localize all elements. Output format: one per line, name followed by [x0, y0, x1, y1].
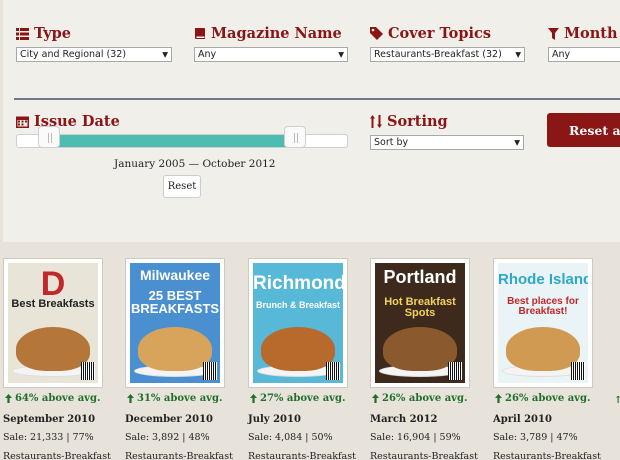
- magazine-filter-label: Magazine Name: [194, 25, 342, 42]
- cover-topic[interactable]: Restaurants-Breakfast: [248, 451, 356, 460]
- cover-topic[interactable]: Restaurants-Breakfast: [125, 451, 233, 460]
- arrow-up-icon: [127, 394, 134, 403]
- cover-image: Milwaukee 25 BEST BREAKFASTS: [130, 263, 220, 383]
- date-range-text: January 2005 — October 2012: [114, 158, 276, 170]
- issue-date-filter-label: Issue Date: [16, 113, 120, 130]
- chevron-down-icon: ▼: [515, 50, 521, 59]
- issue-date: December 2010: [125, 414, 214, 425]
- sale-info: Sale: 21,333 | 77%: [3, 432, 94, 443]
- topics-select[interactable]: Restaurants-Breakfast (32) ▼: [370, 47, 525, 62]
- above-average-badge: 31% above avg.: [127, 393, 222, 404]
- cover-headline: 25 BEST BREAKFASTS: [130, 288, 220, 316]
- magazine-cover[interactable]: D Best Breakfasts: [3, 258, 103, 388]
- filter-icon: [548, 27, 559, 40]
- magazine-select[interactable]: Any ▼: [194, 47, 348, 62]
- cover-topic[interactable]: Restaurants-Breakfast: [3, 451, 111, 460]
- sorting-select[interactable]: Sort by ▼: [370, 135, 524, 150]
- above-average-badge: 27% above avg.: [250, 393, 345, 404]
- sale-info: Sale: 3,789 | 47%: [493, 432, 578, 443]
- magazine-cover[interactable]: Richmond Brunch & Breakfast: [248, 258, 348, 388]
- type-filter-label: Type: [16, 25, 71, 42]
- sort-icon: [370, 115, 382, 128]
- barcode: [203, 362, 217, 380]
- magazine-cover[interactable]: Milwaukee 25 BEST BREAKFASTS: [125, 258, 225, 388]
- arrow-up-icon: [495, 394, 502, 403]
- food-shape: [16, 327, 90, 371]
- divider: [14, 98, 620, 100]
- sale-info: Sale: 16,904 | 59%: [370, 432, 461, 443]
- barcode: [326, 362, 340, 380]
- range-start-handle[interactable]: [38, 126, 61, 148]
- arrow-up-icon: [250, 394, 257, 403]
- cover-image: Richmond Brunch & Breakfast: [253, 263, 343, 383]
- chevron-down-icon: ▼: [514, 138, 520, 147]
- month-select[interactable]: Any: [548, 47, 620, 62]
- reset-date-button[interactable]: Reset: [163, 175, 201, 198]
- food-shape: [138, 327, 212, 371]
- chevron-down-icon: ▼: [162, 50, 168, 59]
- cover-headline: Brunch & Breakfast: [255, 300, 341, 310]
- cover-headline: Best Breakfasts: [11, 298, 95, 310]
- cover-masthead: Richmond: [253, 273, 343, 294]
- issue-date: September 2010: [3, 414, 96, 425]
- cover-image: Rhode Island Best places for Breakfast!: [498, 263, 588, 383]
- magazine-cover[interactable]: Rhode Island Best places for Breakfast!: [493, 258, 593, 388]
- cover-masthead: Portland: [383, 267, 457, 287]
- cover-topic[interactable]: Restaurants-Breakfast: [370, 451, 478, 460]
- above-average-badge: 64% above avg.: [5, 393, 100, 404]
- tag-icon: [370, 27, 383, 40]
- cover-topic[interactable]: Restaurants-Breakfast: [493, 451, 601, 460]
- type-select[interactable]: City and Regional (32) ▼: [16, 47, 172, 62]
- food-shape: [506, 327, 580, 371]
- magazine-cover[interactable]: Portland Hot Breakfast Spots: [370, 258, 470, 388]
- date-range-fill: [50, 135, 296, 147]
- barcode: [571, 362, 585, 380]
- cover-masthead: Rhode Island: [498, 271, 588, 288]
- sale-info: Sale: 3,892 | 48%: [125, 432, 210, 443]
- calendar-icon: [16, 115, 29, 128]
- sale-info: Sale: 4,084 | 50%: [248, 432, 333, 443]
- arrow-up-icon: ↑: [614, 395, 620, 406]
- food-shape: [261, 327, 335, 371]
- cover-masthead: Milwaukee: [139, 267, 211, 283]
- food-shape: [383, 327, 457, 371]
- range-end-handle[interactable]: [283, 126, 306, 148]
- cover-headline: Best places for Breakfast!: [507, 296, 579, 317]
- cover-image: Portland Hot Breakfast Spots: [375, 263, 465, 383]
- topics-filter-label: Cover Topics: [370, 25, 491, 42]
- issue-date: March 2012: [370, 414, 438, 425]
- month-filter-label: Month: [548, 25, 618, 42]
- cover-image: D Best Breakfasts: [8, 263, 98, 383]
- above-average-badge: 26% above avg.: [372, 393, 467, 404]
- arrow-up-icon: [372, 394, 379, 403]
- above-average-badge: 26% above avg.: [495, 393, 590, 404]
- cover-headline: Hot Breakfast Spots: [384, 296, 456, 319]
- arrow-up-icon: [5, 394, 12, 403]
- list-icon: [16, 27, 29, 40]
- barcode: [81, 362, 95, 380]
- book-icon: [194, 27, 206, 40]
- barcode: [448, 362, 462, 380]
- issue-date: July 2010: [248, 414, 301, 425]
- reset-all-button[interactable]: Reset all: [547, 113, 620, 147]
- sorting-label: Sorting: [370, 113, 448, 130]
- issue-date: April 2010: [493, 414, 552, 425]
- chevron-down-icon: ▼: [338, 50, 344, 59]
